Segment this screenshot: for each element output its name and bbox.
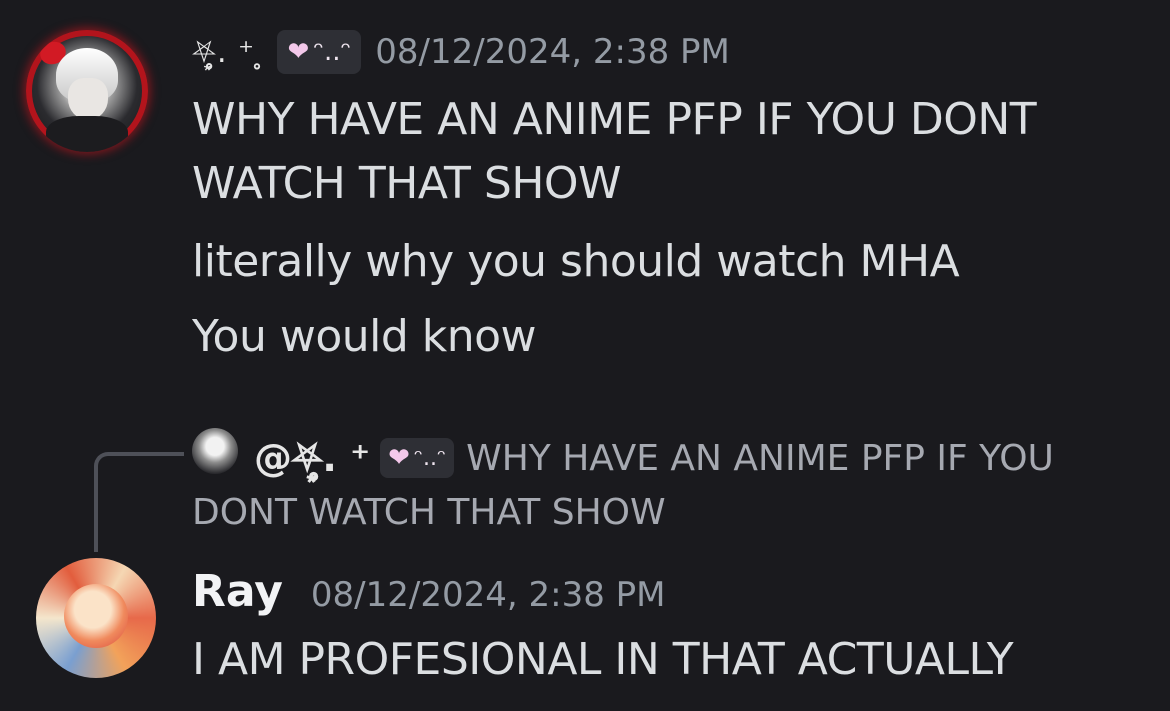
message-text: You would know: [192, 311, 537, 362]
server-tag-text: ᵔ..ᵔ: [313, 37, 352, 67]
reply-tag-text: ᵔ..ᵔ: [413, 445, 447, 471]
ray-avatar[interactable]: [36, 558, 156, 678]
heart-icon: ❤: [388, 443, 410, 473]
reply-preview-text[interactable]: DONT WATCH THAT SHOW: [192, 492, 666, 533]
heart-icon: ❤: [287, 37, 310, 67]
server-tag-badge[interactable]: ❤ ᵔ..ᵔ: [277, 30, 362, 74]
message-header: ⛧̥͙. ⁺ ̥ ❤ ᵔ..ᵔ 08/12/2024, 2:38 PM: [192, 26, 730, 78]
message-text: WHY HAVE AN ANIME PFP IF YOU DONT WATCH …: [192, 94, 1037, 209]
username[interactable]: Ray: [192, 566, 283, 617]
message-text: literally why you should watch MHA: [192, 236, 960, 287]
message-timestamp: 08/12/2024, 2:38 PM: [375, 32, 730, 72]
replied-user-avatar[interactable]: [192, 428, 238, 474]
message-header: Ray 08/12/2024, 2:38 PM: [192, 566, 665, 617]
message-text: I AM PROFESIONAL IN THAT ACTUALLY: [192, 634, 1014, 685]
reply-mention[interactable]: @⛧̥͙. ⁺: [254, 436, 370, 481]
message-timestamp: 08/12/2024, 2:38 PM: [310, 575, 666, 615]
reply-reference[interactable]: @⛧̥͙. ⁺ ❤ ᵔ..ᵔ WHY HAVE AN ANIME PFP IF …: [254, 430, 1054, 486]
author-avatar[interactable]: [26, 30, 148, 152]
author-name[interactable]: ⛧̥͙. ⁺ ̥: [192, 35, 265, 70]
reply-connector-line: [94, 452, 184, 552]
reply-preview-text[interactable]: WHY HAVE AN ANIME PFP IF YOU: [466, 438, 1054, 479]
reply-server-tag: ❤ ᵔ..ᵔ: [380, 438, 455, 478]
